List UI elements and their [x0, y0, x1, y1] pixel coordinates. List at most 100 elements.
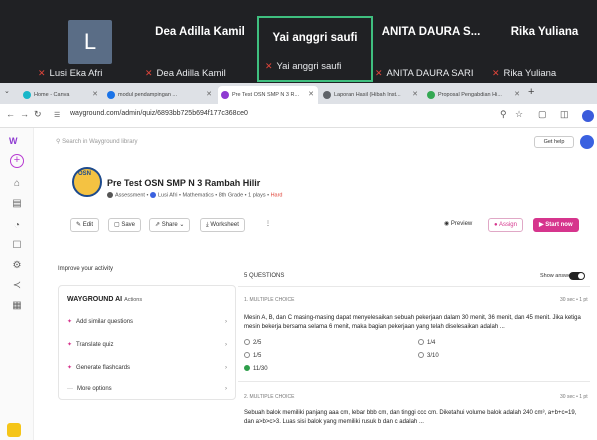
start-now-button[interactable]: ▶ Start now	[533, 218, 579, 232]
sidepanel-icon[interactable]: ◫	[560, 109, 569, 120]
more-options-button[interactable]: ⋮	[260, 218, 276, 232]
question-text: Sebuah balok memiliki panjang aaa cm, le…	[244, 410, 577, 425]
question-type: 2. MULTIPLE CHOICE	[244, 394, 295, 400]
settings-icon[interactable]: ⚙	[8, 260, 26, 271]
edit-button[interactable]: ✎ Edit	[70, 218, 100, 232]
forward-icon[interactable]: →	[20, 109, 29, 119]
question-time: 30 sec • 1 pt	[560, 297, 588, 303]
preview-button[interactable]: ◉ Preview	[439, 218, 477, 232]
more-options-item[interactable]: ··· More options ›	[67, 383, 227, 395]
browser-tab[interactable]: Home - Canva ✕	[20, 86, 102, 104]
address-bar: ← → ↻ ☰ wayground.com/admin/quiz/6893bb7…	[0, 104, 597, 128]
mic-muted-icon: ✕	[265, 61, 273, 71]
mic-muted-icon: ✕	[375, 68, 383, 78]
question-count: 5 QUESTIONS	[244, 273, 285, 279]
browser-tab-strip: ⌄ Home - Canva ✕ modul pendampingan ... ✕ …	[0, 83, 597, 104]
site-info-icon[interactable]: ☰	[54, 111, 60, 119]
mic-muted-icon: ✕	[492, 68, 500, 78]
divider	[238, 381, 590, 382]
ai-actions-card: WAYGROUND AI Actions ✦ Add similar questi…	[58, 285, 236, 400]
app-sidebar: W + ⌂ ▤ ◔ ☐ ⚙ ≺ ▦	[0, 128, 34, 440]
ai-card-header: WAYGROUND AI Actions	[67, 296, 143, 303]
extensions-icon[interactable]: ▢	[538, 109, 547, 120]
home-icon[interactable]: ⌂	[8, 178, 26, 189]
divider	[238, 286, 590, 287]
browser-tab[interactable]: Laporan Hasil (Hibah Inst... ✕	[320, 86, 422, 104]
close-icon[interactable]: ✕	[308, 86, 314, 104]
users-icon	[323, 91, 331, 99]
close-icon[interactable]: ✕	[206, 86, 212, 104]
worksheet-button[interactable]: ⤓ Worksheet	[200, 218, 245, 232]
participant-name: Rika Yuliana	[510, 26, 579, 38]
chevron-right-icon: ›	[225, 342, 227, 348]
add-similar-questions-button[interactable]: ✦ Add similar questions ›	[67, 316, 227, 328]
ellipsis-icon: ···	[67, 386, 73, 392]
meeting-strip: L ✕ Lusi Eka Afri Dea Adilla Kamil ✕ Dea A…	[0, 0, 597, 83]
wayground-icon	[221, 91, 229, 99]
assign-button[interactable]: ● Assign	[488, 218, 523, 232]
sparkle-icon: ✦	[67, 319, 73, 325]
wayground-logo[interactable]: W	[9, 136, 18, 146]
back-icon[interactable]: ←	[6, 109, 15, 119]
participant-tile-active[interactable]: Yai anggri saufi ✕ Yai anggri saufi	[257, 16, 373, 82]
share-icon[interactable]: ≺	[8, 280, 26, 291]
participant-name: Yai anggri saufi	[272, 32, 358, 44]
calendar-icon[interactable]: ▦	[8, 300, 26, 311]
assessment-icon	[107, 192, 113, 198]
library-search[interactable]: ⚲ Search in Wayground library	[56, 135, 536, 149]
participant-name: Dea Adilla Kamil	[155, 26, 245, 38]
improve-heading: Improve your activity	[58, 266, 114, 272]
participant-subname: ✕ Rika Yuliana	[492, 68, 557, 79]
participant-avatar: L	[68, 20, 112, 64]
participant-tile[interactable]: L ✕ Lusi Eka Afri	[38, 18, 126, 79]
site-icon	[107, 91, 115, 99]
share-button[interactable]: ⇗ Share ⌄	[149, 218, 191, 232]
reload-icon[interactable]: ↻	[34, 109, 42, 120]
answer-option-correct: 11/30	[244, 365, 268, 373]
browser-tab[interactable]: modul pendampingan ... ✕	[104, 86, 216, 104]
profile-avatar[interactable]	[582, 110, 594, 122]
library-icon[interactable]: ▤	[8, 198, 26, 209]
sparkle-icon: ✦	[67, 342, 73, 348]
question-type: 1. MULTIPLE CHOICE	[244, 297, 295, 303]
create-button[interactable]: +	[10, 154, 24, 168]
quiz-title: Pre Test OSN SMP N 3 Rambah Hilir	[107, 178, 261, 188]
tab-search-icon[interactable]: ⌄	[4, 87, 10, 95]
participant-name: ANITA DAURA S...	[381, 26, 481, 38]
browser-tab[interactable]: Proposal Pengabdian Hi... ✕	[424, 86, 524, 104]
bookmark-star-icon[interactable]: ☆	[515, 109, 523, 120]
get-help-button[interactable]: Get help	[534, 136, 574, 148]
participant-tile[interactable]: Dea Adilla Kamil ✕ Dea Adilla Kamil	[145, 18, 255, 79]
participant-subname: ✕ ANITA DAURA SARI	[375, 68, 474, 79]
close-icon[interactable]: ✕	[412, 86, 418, 104]
new-tab-button[interactable]: +	[528, 86, 534, 98]
zoom-icon[interactable]: ⚲	[500, 109, 507, 120]
classes-icon[interactable]: ☐	[8, 240, 26, 251]
chevron-right-icon: ›	[225, 319, 227, 325]
answer-option: 2/5	[244, 339, 261, 347]
save-button[interactable]: ▢ Save	[108, 218, 142, 232]
drive-icon	[427, 91, 435, 99]
upgrade-icon[interactable]	[7, 423, 21, 437]
close-icon[interactable]: ✕	[514, 86, 520, 104]
sparkle-icon: ✦	[67, 365, 73, 371]
url-field[interactable]: wayground.com/admin/quiz/6893bb725b694f1…	[70, 110, 248, 117]
canva-icon	[23, 91, 31, 99]
author-avatar	[149, 192, 156, 198]
participant-tile[interactable]: Rika Yuliana ✕ Rika Yuliana	[492, 18, 597, 79]
question-text: Mesin A, B, dan C masing-masing dapat me…	[244, 315, 581, 330]
chat-icon[interactable]	[580, 135, 594, 149]
close-icon[interactable]: ✕	[92, 86, 98, 104]
reports-icon[interactable]: ◔	[8, 220, 26, 231]
mic-muted-icon: ✕	[38, 68, 46, 78]
show-answers-toggle[interactable]	[569, 272, 585, 280]
quiz-meta: Assessment • Lusi Afri • Mathematics • 8…	[107, 192, 282, 198]
participant-subname: ✕ Dea Adilla Kamil	[145, 68, 226, 79]
generate-flashcards-button[interactable]: ✦ Generate flashcards ›	[67, 362, 227, 374]
participant-tile[interactable]: ANITA DAURA S... ✕ ANITA DAURA SARI	[375, 18, 487, 79]
browser-tab-active[interactable]: Pre Test OSN SMP N 3 R... ✕	[218, 86, 318, 104]
mic-muted-icon: ✕	[145, 68, 153, 78]
translate-quiz-button[interactable]: ✦ Translate quiz ›	[67, 339, 227, 351]
chevron-right-icon: ›	[225, 386, 227, 392]
participant-subname: ✕ Lusi Eka Afri	[38, 68, 103, 79]
